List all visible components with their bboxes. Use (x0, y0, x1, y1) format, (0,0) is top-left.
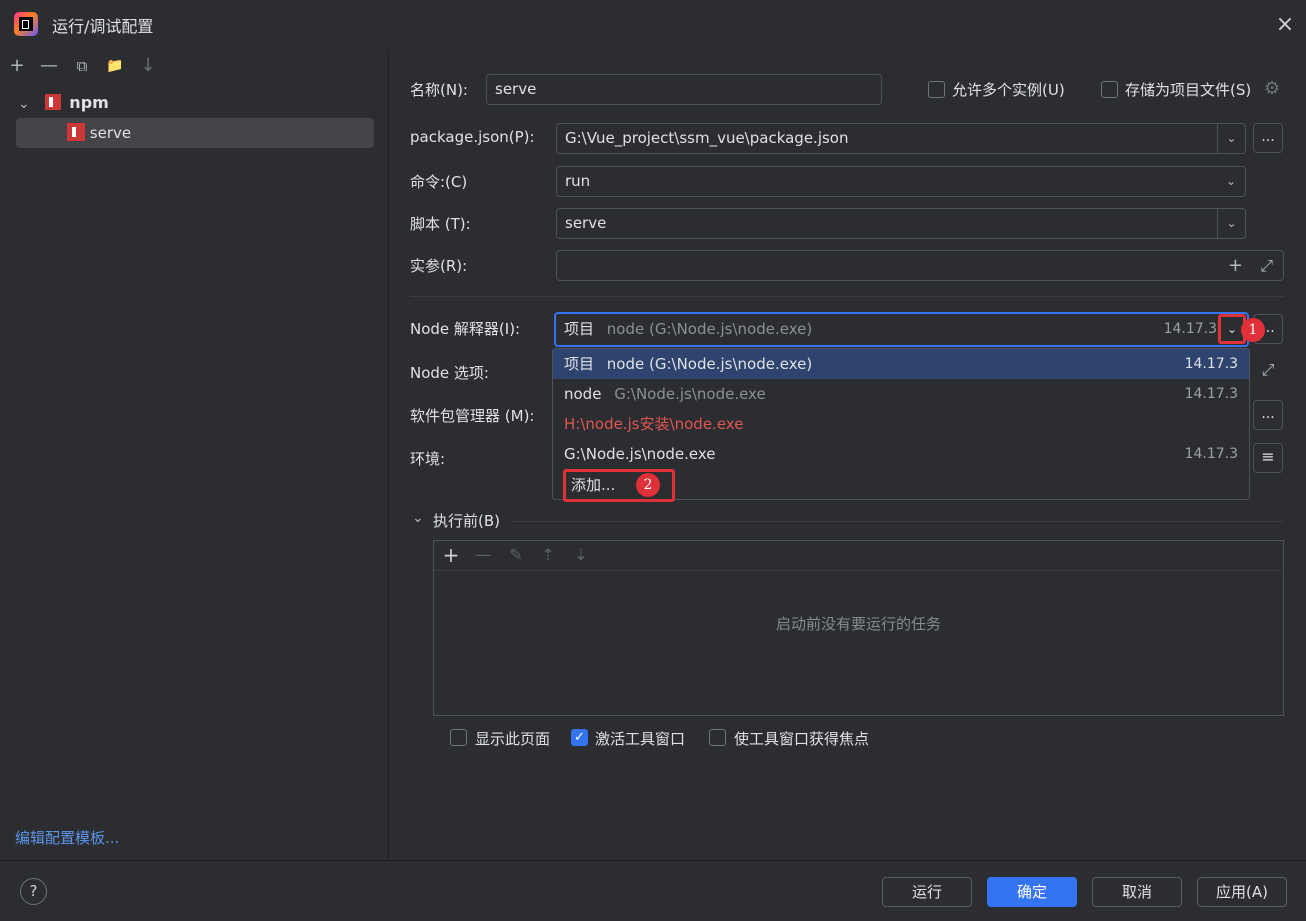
run-button[interactable]: 运行 (882, 877, 972, 907)
add-task-icon[interactable]: + (436, 541, 466, 569)
show-page-checkbox[interactable] (450, 729, 467, 746)
show-page-label: 显示此页面 (475, 730, 551, 748)
new-folder-icon[interactable]: 📁 (102, 52, 128, 80)
expand-icon[interactable]: ⤢ (1253, 357, 1283, 387)
close-icon[interactable]: × (1272, 12, 1298, 38)
edit-task-icon[interactable]: ✎ (501, 541, 531, 569)
env-label: 环境: (410, 450, 446, 468)
help-icon[interactable]: ? (20, 878, 47, 905)
gear-icon[interactable]: ⚙ (1264, 78, 1280, 99)
tree-item-label: serve (89, 124, 132, 142)
node-interpreter-combo[interactable]: 项目 node (G:\Node.js\node.exe) 14.17.3 (554, 312, 1249, 347)
sort-icon[interactable]: ↓ (135, 52, 161, 80)
config-tree-panel (0, 50, 389, 860)
node-interpreter-prefix: 项目 (564, 320, 595, 338)
npm-icon (67, 123, 85, 141)
store-as-file-checkbox[interactable] (1101, 81, 1118, 98)
name-input[interactable]: serve (486, 74, 882, 105)
chevron-down-icon: ⌄ (18, 96, 30, 112)
cancel-button[interactable]: 取消 (1092, 877, 1182, 907)
item-version: 14.17.3 (1184, 386, 1238, 402)
item-prefix: 项目 (564, 355, 595, 373)
node-interpreter-label: Node 解释器(I): (410, 320, 521, 338)
remove-task-icon[interactable]: — (468, 541, 498, 569)
separator (512, 521, 1284, 522)
item-text: 添加... (571, 476, 616, 494)
dropdown-item[interactable]: H:\node.js安装\node.exe (553, 409, 1249, 439)
annotation-badge-2: 2 (636, 473, 660, 497)
env-edit-icon[interactable]: ≡ (1253, 443, 1283, 473)
package-json-value: G:\Vue_project\ssm_vue\package.json (565, 129, 849, 147)
chevron-down-icon[interactable]: ⌄ (412, 510, 424, 526)
item-version: 14.17.3 (1184, 356, 1238, 372)
package-manager-label: 软件包管理器 (M): (410, 407, 535, 425)
annotation-badge-1: 1 (1241, 318, 1265, 342)
edit-templates-link[interactable]: 编辑配置模板... (15, 827, 119, 848)
browse-package-manager-button[interactable]: ... (1253, 400, 1283, 430)
before-launch-title[interactable]: 执行前(B) (433, 510, 500, 531)
scripts-combo[interactable]: serve ⌄ (556, 208, 1246, 239)
chevron-down-icon[interactable]: ⌄ (1217, 124, 1245, 153)
store-as-file-label: 存储为项目文件(S) (1125, 81, 1252, 99)
item-text: G:\Node.js\node.exe (564, 445, 716, 463)
window-title: 运行/调试配置 (52, 17, 154, 36)
expand-icon[interactable]: ⤢ (1260, 251, 1273, 280)
node-interpreter-version: 14.17.3 (1163, 321, 1217, 337)
allow-multiple-label: 允许多个实例(U) (952, 81, 1065, 99)
title-bar (0, 0, 1306, 50)
focus-tool-window-checkbox[interactable] (709, 729, 726, 746)
chevron-down-icon: ⌄ (1225, 174, 1237, 188)
copy-config-icon[interactable]: ⧉ (69, 52, 95, 80)
tree-group-npm[interactable]: ⌄ npm (18, 88, 378, 118)
focus-tool-window-label: 使工具窗口获得焦点 (734, 730, 870, 748)
tree-group-label: npm (69, 93, 109, 112)
remove-config-icon[interactable]: — (36, 52, 62, 80)
item-text: G:\Node.js\node.exe (614, 385, 766, 403)
tree-item-serve-content: serve (67, 118, 132, 148)
command-value: run (565, 172, 591, 190)
separator (410, 296, 1284, 297)
move-up-icon[interactable]: ⇡ (533, 541, 563, 569)
package-json-label: package.json(P): (410, 128, 535, 146)
dropdown-item[interactable]: 项目 node (G:\Node.js\node.exe) 14.17.3 (553, 349, 1249, 379)
package-json-combo[interactable]: G:\Vue_project\ssm_vue\package.json ⌄ (556, 123, 1246, 154)
node-options-label: Node 选项: (410, 364, 489, 382)
activate-tool-window-label: 激活工具窗口 (595, 730, 686, 748)
ok-button[interactable]: 确定 (987, 877, 1077, 907)
item-text: H:\node.js安装\node.exe (564, 415, 744, 433)
args-label: 实参(R): (410, 257, 468, 275)
apply-button[interactable]: 应用(A) (1197, 877, 1287, 907)
add-arg-icon[interactable]: + (1228, 251, 1243, 280)
node-interpreter-value: node (G:\Node.js\node.exe) (606, 320, 813, 338)
item-text: node (G:\Node.js\node.exe) (606, 355, 813, 373)
args-input[interactable]: + ⤢ (556, 250, 1284, 281)
allow-multiple-checkbox[interactable] (928, 81, 945, 98)
command-label: 命令:(C) (410, 173, 468, 191)
scripts-label: 脚本 (T): (410, 215, 471, 233)
move-down-icon[interactable]: ⇣ (566, 541, 596, 569)
dropdown-item[interactable]: node G:\Node.js\node.exe 14.17.3 (553, 379, 1249, 409)
item-prefix: node (564, 385, 602, 403)
name-label: 名称(N): (410, 81, 468, 99)
browse-package-json-button[interactable]: ... (1253, 123, 1283, 153)
dropdown-item[interactable]: G:\Node.js\node.exe 14.17.3 (553, 439, 1249, 469)
activate-tool-window-checkbox[interactable]: ✓ (571, 729, 588, 746)
app-logo-icon (14, 12, 38, 36)
empty-tasks-text: 启动前没有要运行的任务 (775, 615, 941, 633)
command-select[interactable]: run ⌄ (556, 166, 1246, 197)
scripts-value: serve (565, 214, 607, 232)
chevron-down-icon[interactable]: ⌄ (1217, 209, 1245, 238)
npm-icon (44, 94, 61, 110)
item-version: 14.17.3 (1184, 446, 1238, 462)
add-config-icon[interactable]: + (4, 52, 30, 80)
